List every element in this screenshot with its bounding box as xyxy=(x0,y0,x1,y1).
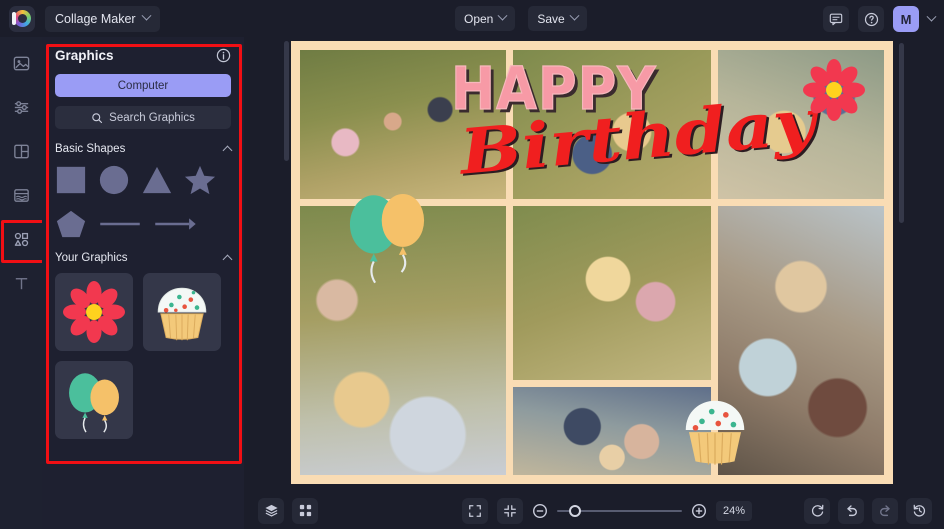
fit-screen-button[interactable] xyxy=(497,497,523,524)
balloons-icon xyxy=(69,373,119,433)
fullscreen-button[interactable] xyxy=(462,497,488,524)
collage-cell-photo-two-friends[interactable] xyxy=(513,206,711,380)
avatar-initial: M xyxy=(900,11,912,27)
graphic-item-flower[interactable] xyxy=(55,273,133,351)
page-title: Graphics xyxy=(55,48,114,63)
bottom-toolbar: 24% xyxy=(244,492,944,529)
your-graphics-title: Your Graphics xyxy=(55,252,128,264)
layers-button[interactable] xyxy=(258,497,284,524)
chevron-down-icon xyxy=(569,10,580,21)
sidebar-item-text[interactable] xyxy=(7,269,35,297)
graphics-icon xyxy=(14,232,28,246)
chat-icon xyxy=(829,13,843,26)
undo-button[interactable] xyxy=(838,497,864,524)
zoom-slider[interactable] xyxy=(557,504,682,517)
grid-icon xyxy=(299,504,311,517)
app-logo xyxy=(9,5,35,32)
collage-canvas[interactable]: HAPPY Birthday xyxy=(291,41,893,484)
file-actions: Open Save xyxy=(455,6,587,31)
cupcake-icon xyxy=(157,287,207,341)
zoom-slider-knob[interactable] xyxy=(569,504,581,517)
collage-cell-photo-sunglasses-trio[interactable] xyxy=(513,387,711,475)
help-circle-icon xyxy=(864,12,878,26)
search-input[interactable]: Search Graphics xyxy=(55,106,231,129)
sidebar-item-adjust[interactable] xyxy=(7,93,35,121)
your-graphics-section-header[interactable]: Your Graphics xyxy=(55,252,233,265)
chevron-down-icon xyxy=(141,10,152,21)
basic-shapes-section-header[interactable]: Basic Shapes xyxy=(55,143,233,156)
sidebar-item-layout[interactable] xyxy=(7,137,35,165)
info-icon[interactable] xyxy=(216,48,231,63)
color-wheel-logo-icon xyxy=(11,10,31,27)
shape-line[interactable] xyxy=(98,208,142,240)
adjustments-icon xyxy=(14,100,28,114)
shape-star[interactable] xyxy=(184,164,216,196)
flower-icon xyxy=(63,281,125,343)
text-icon xyxy=(15,277,27,289)
redo-button[interactable] xyxy=(872,497,898,524)
sidebar-item-templates[interactable] xyxy=(7,181,35,209)
computer-label: Computer xyxy=(117,79,169,92)
canvas-scrollbar-left[interactable] xyxy=(284,41,289,161)
layers-icon xyxy=(264,504,278,517)
redo-icon xyxy=(879,505,890,517)
sidebar-item-graphics[interactable] xyxy=(1,220,45,263)
collage-cell-photo-left-tall[interactable] xyxy=(300,206,506,475)
reset-button[interactable] xyxy=(804,497,830,524)
open-label: Open xyxy=(464,11,494,26)
collage-cell-photo-group-picnic[interactable] xyxy=(300,50,506,199)
image-icon xyxy=(13,56,29,70)
fullscreen-icon xyxy=(469,504,481,517)
search-placeholder-label: Search Graphics xyxy=(109,111,195,124)
save-label: Save xyxy=(537,11,565,26)
grid-button[interactable] xyxy=(292,497,318,524)
history-button[interactable] xyxy=(906,497,932,524)
shape-triangle[interactable] xyxy=(141,164,173,196)
header-right-actions: M xyxy=(823,6,937,32)
app-title-dropdown[interactable]: Collage Maker xyxy=(45,5,160,32)
help-button[interactable] xyxy=(858,6,884,32)
zoom-in-button[interactable] xyxy=(691,503,707,519)
shape-circle[interactable] xyxy=(98,164,130,196)
sidebar-item-image[interactable] xyxy=(7,49,35,77)
collage-cell-photo-center-top[interactable] xyxy=(513,50,711,199)
collage-cell-photo-top-right[interactable] xyxy=(718,50,884,199)
open-button[interactable]: Open xyxy=(455,6,516,31)
basic-shapes-title: Basic Shapes xyxy=(55,143,126,155)
shape-arrow[interactable] xyxy=(153,208,197,240)
chevron-down-icon xyxy=(497,10,508,21)
layout-icon xyxy=(13,144,29,158)
canvas-scrollbar-right[interactable] xyxy=(899,43,904,223)
fit-screen-icon xyxy=(504,504,516,517)
graphics-panel: Graphics Computer Search Graphics Basic … xyxy=(42,37,244,529)
save-button[interactable]: Save xyxy=(528,6,587,31)
chat-button[interactable] xyxy=(823,6,849,32)
collage-cell-photo-right-tall[interactable] xyxy=(718,206,884,475)
basic-shapes-row-2 xyxy=(55,208,231,240)
app-header: Collage Maker Open Save M xyxy=(0,0,944,37)
basic-shapes-row-1 xyxy=(55,164,231,196)
shape-square[interactable] xyxy=(55,164,87,196)
graphic-item-balloons[interactable] xyxy=(55,361,133,439)
graphic-item-cupcake[interactable] xyxy=(143,273,221,351)
reset-icon xyxy=(811,504,823,517)
undo-icon xyxy=(846,505,857,517)
app-title-label: Collage Maker xyxy=(55,11,136,26)
canvas-area: HAPPY Birthday xyxy=(244,37,944,492)
computer-button[interactable]: Computer xyxy=(55,74,231,97)
zoom-out-button[interactable] xyxy=(532,503,548,519)
templates-icon xyxy=(13,188,29,202)
panel-header: Graphics xyxy=(55,48,231,63)
search-icon xyxy=(92,112,103,123)
left-tool-rail xyxy=(0,37,45,529)
your-graphics-grid xyxy=(55,273,231,439)
history-icon xyxy=(913,504,925,517)
avatar-chevron-down-icon[interactable] xyxy=(926,11,937,22)
zoom-level-value[interactable]: 24% xyxy=(716,500,753,521)
chevron-up-icon xyxy=(222,145,233,156)
shape-pentagon[interactable] xyxy=(55,208,87,240)
avatar[interactable]: M xyxy=(893,6,919,32)
chevron-up-icon xyxy=(222,254,233,265)
